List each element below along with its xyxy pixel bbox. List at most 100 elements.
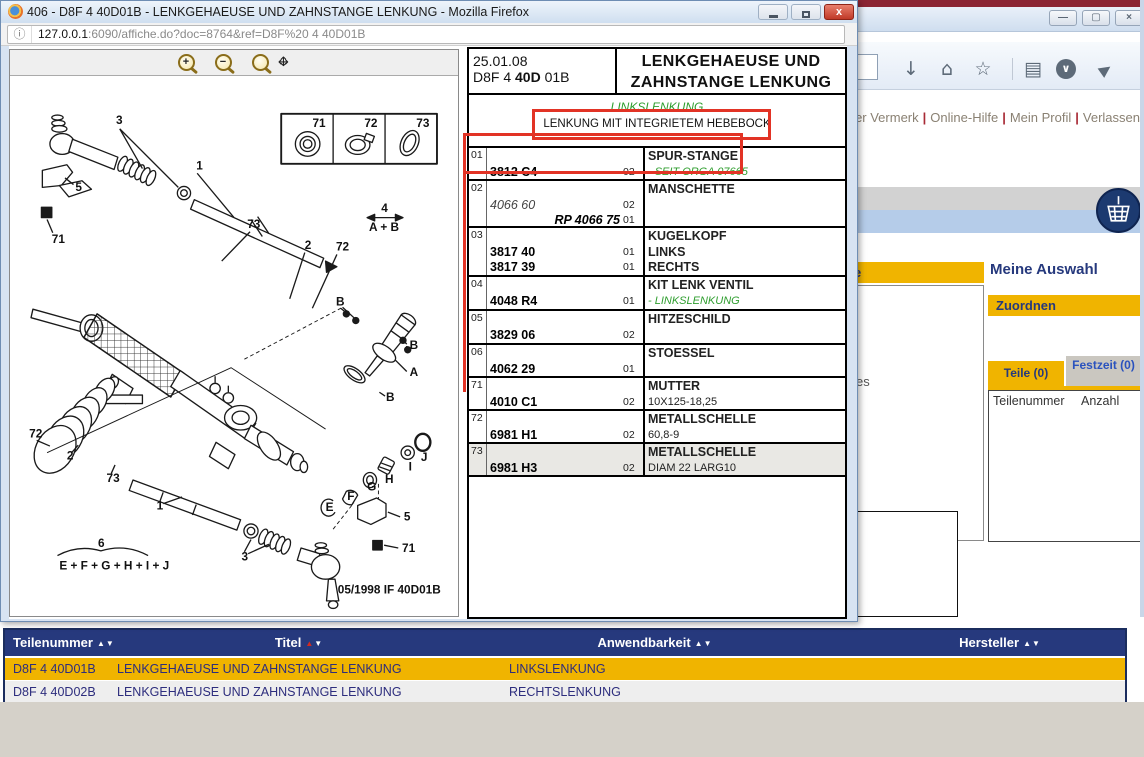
part-number-column: 4010 C102 (487, 378, 643, 409)
doc-title: LENKGEHAEUSE UND ZAHNSTANGE LENKUNG (617, 49, 845, 93)
diagram-label: 3 (242, 549, 249, 563)
part-description: KUGELKOPF (648, 229, 726, 245)
window-titlebar[interactable]: 406 - D8F 4 40D01B - LENKGEHAEUSE UND ZA… (1, 1, 857, 23)
zoom-pan-button[interactable] (252, 54, 269, 71)
bookmark-star-icon[interactable]: ☆ (970, 56, 996, 82)
diagram-label: I (409, 460, 412, 474)
bg-partial-box (842, 511, 958, 617)
part-qty: 02 (623, 428, 643, 444)
info-icon[interactable]: ⓘ (8, 26, 32, 43)
sort-arrows-icon[interactable]: ▲▼ (301, 639, 323, 648)
part-number: 6981 H3 (487, 461, 623, 477)
column-header-label: Titel (275, 635, 302, 650)
maximize-button[interactable] (791, 4, 821, 20)
part-description-column: MANSCHETTE (643, 181, 845, 226)
assign-button[interactable]: Zuordnen (988, 295, 1141, 316)
sort-arrows-icon[interactable]: ▲▼ (93, 639, 115, 648)
sort-asc-icon[interactable]: ▲ (695, 639, 704, 648)
sort-desc-icon[interactable]: ▼ (106, 639, 115, 648)
parts-row[interactable]: 064062 2901STOESSEL (469, 345, 845, 378)
column-header-label: Anwendbarkeit (597, 635, 690, 650)
part-number-column: 6981 H102 (487, 411, 643, 442)
nav-link[interactable]: er Vermerk (855, 110, 919, 125)
url-input[interactable]: ⓘ127.0.0.1:6090/affiche.do?doc=8764&ref=… (7, 25, 845, 44)
diagram-label: 72 (364, 116, 378, 130)
zoom-in-button[interactable]: + (178, 54, 195, 71)
diagram-label: A (410, 365, 419, 379)
minimize-button[interactable] (758, 4, 788, 20)
sort-desc-icon[interactable]: ▼ (314, 639, 323, 648)
parts-row[interactable]: 033817 40013817 3901KUGELKOPFLINKSRECHTS (469, 228, 845, 277)
clipboard-icon[interactable]: ▤ (1020, 56, 1046, 82)
zoom-out-button[interactable]: − (215, 54, 232, 71)
close-button[interactable]: x (824, 4, 854, 20)
results-row[interactable]: D8F 4 40D01BLENKGEHAEUSE UND ZAHNSTANGE … (5, 658, 1125, 680)
sort-arrows-icon[interactable]: ▲▼ (691, 639, 713, 648)
part-qty (623, 346, 643, 362)
nav-link[interactable]: Online-Hilfe (930, 110, 998, 125)
part-number (487, 379, 623, 395)
parts-row[interactable]: 736981 H302METALLSCHELLEDIAM 22 LARG10 (469, 444, 845, 477)
part-qty: 02 (623, 461, 643, 477)
desktop: — ▢ × ↓⌂☆▤∨▶≡ er Vermerk|Online-Hilfe|Me… (0, 0, 1144, 757)
part-description: LINKS (648, 245, 686, 261)
diagram-label: 05/1998 IF 40D01B (338, 582, 441, 596)
part-ref-number: 03 (469, 228, 487, 275)
bg-maximize-button[interactable]: ▢ (1082, 10, 1110, 26)
tab-festzeit[interactable]: Festzeit (0) (1066, 356, 1141, 386)
part-ref-number: 02 (469, 181, 487, 226)
sort-desc-icon[interactable]: ▼ (1032, 639, 1041, 648)
diagram-label: F (347, 489, 354, 503)
url-path: :6090/affiche.do?doc=8764&ref=D8F%20 4 4… (88, 27, 365, 41)
sort-desc-icon[interactable]: ▼ (704, 639, 713, 648)
parts-row[interactable]: 726981 H102METALLSCHELLE60,8-9 (469, 411, 845, 444)
diagram-label: 5 (404, 510, 411, 524)
results-row[interactable]: D8F 4 40D02BLENKGEHAEUSE UND ZAHNSTANGE … (5, 681, 1125, 703)
parts-row[interactable]: 714010 C102MUTTER10X125-18,25 (469, 378, 845, 411)
url-bar-row: ⓘ127.0.0.1:6090/affiche.do?doc=8764&ref=… (1, 23, 857, 46)
part-number: 3817 39 (487, 260, 623, 276)
bg-hidden-panel: es (840, 285, 984, 541)
part-description: 10X125-18,25 (648, 395, 717, 411)
pocket-icon[interactable]: ∨ (1056, 59, 1076, 79)
nav-separator: | (998, 110, 1010, 125)
parts-row[interactable]: 053829 0602HITZESCHILD (469, 311, 845, 345)
sort-asc-icon[interactable]: ▲ (1023, 639, 1032, 648)
bottom-gray-strip (0, 702, 1144, 757)
results-column-header[interactable]: Hersteller▲▼ (959, 630, 1041, 656)
diagram-panel: + − ↔ ↕ (9, 49, 459, 617)
results-column-header[interactable]: Teilenummer▲▼ (13, 630, 115, 656)
nav-link[interactable]: Verlassen (1083, 110, 1140, 125)
toolbar-separator (1012, 58, 1013, 80)
annotation-line (463, 174, 466, 392)
bg-minimize-button[interactable]: — (1049, 10, 1077, 26)
part-description: STOESSEL (648, 346, 714, 362)
part-description: DIAM 22 LARG10 (648, 461, 736, 477)
nav-link[interactable]: Mein Profil (1010, 110, 1071, 125)
parts-table-header: 25.01.08 D8F 4 40D 01B LENKGEHAEUSE UND … (469, 49, 845, 95)
sort-arrows-icon[interactable]: ▲▼ (1019, 639, 1041, 648)
parts-rows: 013812 C402SPUR-STANGE- SEIT ORGA 076650… (469, 148, 845, 477)
basket-icon[interactable] (1096, 188, 1141, 233)
part-ref-number: 73 (469, 444, 487, 475)
diagram-label: 73 (416, 116, 430, 130)
part-qty: 01 (623, 294, 643, 310)
results-column-header[interactable]: Titel▲▼ (275, 630, 323, 656)
tab-teile[interactable]: Teile (0) (988, 361, 1064, 386)
sort-asc-icon[interactable]: ▲ (97, 639, 106, 648)
part-description-column: METALLSCHELLE60,8-9 (643, 411, 845, 442)
part-description: MUTTER (648, 379, 700, 395)
parts-row[interactable]: 024066 6002RP 4066 7501MANSCHETTE (469, 181, 845, 228)
part-description: HITZESCHILD (648, 312, 731, 328)
download-icon[interactable]: ↓ (898, 56, 924, 82)
window-title: 406 - D8F 4 40D01B - LENKGEHAEUSE UND ZA… (27, 5, 529, 19)
part-description-column: KUGELKOPFLINKSRECHTS (643, 228, 845, 275)
diagram-label: 3 (116, 113, 123, 127)
part-description-column: METALLSCHELLEDIAM 22 LARG10 (643, 444, 845, 475)
home-icon[interactable]: ⌂ (934, 56, 960, 82)
parts-row[interactable]: 044048 R401KIT LENK VENTIL- LINKSLENKUNG (469, 277, 845, 311)
results-column-header[interactable]: Anwendbarkeit▲▼ (597, 630, 712, 656)
bg-close-button[interactable]: × (1115, 10, 1143, 26)
part-number: 3829 06 (487, 328, 623, 344)
results-cell: LENKGEHAEUSE UND ZAHNSTANGE LENKUNG (117, 681, 402, 703)
